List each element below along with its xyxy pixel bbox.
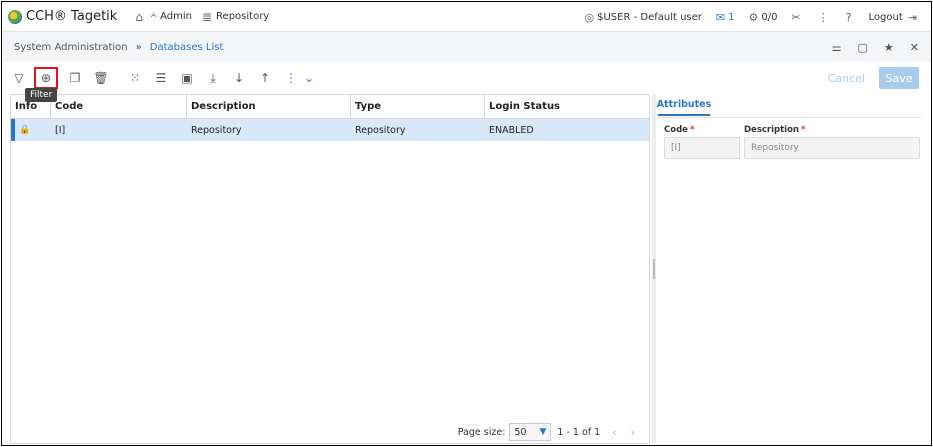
- save-button[interactable]: Save: [879, 67, 919, 89]
- star-icon[interactable]: ★: [884, 41, 894, 54]
- user-menu[interactable]: ◎ $USER - Default user: [585, 11, 702, 24]
- app-title: CCH® Tagetik: [26, 9, 118, 24]
- home-icon[interactable]: ⌂: [135, 10, 143, 24]
- cancel-button[interactable]: Cancel: [821, 68, 871, 89]
- description-field[interactable]: Repository: [744, 137, 920, 159]
- database-icon: ≣: [201, 9, 213, 24]
- required-mark: *: [800, 125, 806, 135]
- description-label-text: Description: [744, 125, 799, 135]
- logout-button[interactable]: Logout ⇥: [869, 11, 917, 24]
- grid-header: Info Code Description Type Login Status: [11, 95, 649, 119]
- breadcrumb-root[interactable]: System Administration: [14, 42, 128, 53]
- mail-button[interactable]: ✉ 1: [716, 11, 735, 24]
- breadcrumb-separator: »: [135, 41, 142, 53]
- tab-attributes[interactable]: Attributes: [657, 94, 711, 116]
- add-button[interactable]: ⊕: [34, 67, 58, 89]
- tasks-button[interactable]: ⚙ 0/0: [749, 11, 778, 24]
- logo-icon: [8, 9, 22, 24]
- page-size-select[interactable]: 50 ▼: [509, 423, 552, 441]
- filter-tooltip: Filter: [25, 88, 58, 102]
- page-range: 1 - 1 of 1: [557, 426, 601, 438]
- settings-sliders-icon[interactable]: ⚌: [832, 41, 842, 54]
- lock-icon: 🔒: [19, 125, 31, 135]
- top-right-tools: ◎ $USER - Default user ✉ 1 ⚙ 0/0 ✂ ⋮ ? L…: [585, 2, 932, 32]
- upload-icon[interactable]: ↑: [256, 69, 274, 87]
- grid-view-icon[interactable]: ⁙: [126, 69, 144, 87]
- code-field[interactable]: [I]: [664, 137, 740, 159]
- row-login-status: ENABLED: [489, 124, 534, 136]
- description-label: Description *: [744, 125, 805, 135]
- logout-icon: ⇥: [907, 10, 917, 24]
- more-vertical-icon[interactable]: ⋮: [282, 69, 300, 87]
- prev-page-icon[interactable]: ‹: [612, 426, 616, 439]
- row-description: Repository: [191, 124, 242, 136]
- note-icon[interactable]: ▢: [858, 41, 868, 54]
- admin-icon: ᴬ: [150, 9, 157, 24]
- code-label-text: Code: [664, 125, 688, 135]
- nav-admin[interactable]: Admin: [160, 11, 192, 22]
- row-type: Repository: [355, 124, 406, 136]
- attributes-panel: Attributes Code * [I] Description * Reposi…: [657, 94, 928, 444]
- table-row[interactable]: 🔒 [I] Repository Repository ENABLED: [11, 119, 649, 141]
- close-icon[interactable]: ✕: [910, 41, 919, 54]
- app-window: CCH® Tagetik ⌂ ᴬ Admin ≣ Repository ◎ $U…: [1, 1, 932, 446]
- breadcrumb-current: Databases List: [149, 41, 224, 53]
- delete-icon[interactable]: 🗑: [92, 69, 110, 87]
- tasks-icon: ⚙: [748, 10, 759, 24]
- nav-repository[interactable]: Repository: [216, 11, 269, 22]
- page-size-value: 50: [514, 426, 527, 438]
- grid-toolbar: ▽ ⊕ ❐ 🗑 ⁙ ☰ ▣ ⤓ ↓ ↑ ⋮ ⌄: [2, 64, 931, 92]
- chevron-down-icon[interactable]: ⌄: [300, 69, 318, 87]
- tasks-count: 0/0: [761, 11, 778, 23]
- list-view-icon[interactable]: ☰: [152, 69, 170, 87]
- header-login-status[interactable]: Login Status: [485, 95, 649, 118]
- copy-icon[interactable]: ❐: [66, 69, 84, 87]
- app-logo[interactable]: CCH® Tagetik: [8, 9, 117, 24]
- chevron-down-icon: ▼: [539, 427, 547, 437]
- mail-count: 1: [728, 11, 735, 23]
- row-code: [I]: [55, 124, 66, 136]
- page-actions: ⚌ ▢ ★ ✕: [816, 32, 919, 62]
- databases-grid: Info Code Description Type Login Status …: [10, 94, 650, 444]
- tools-button[interactable]: ✂: [791, 11, 803, 24]
- logout-label: Logout: [868, 11, 903, 23]
- download-icon[interactable]: ↓: [230, 69, 248, 87]
- help-button[interactable]: ?: [846, 11, 855, 24]
- top-bar: CCH® Tagetik ⌂ ᴬ Admin ≣ Repository ◎ $U…: [2, 2, 931, 32]
- panel-splitter[interactable]: [652, 94, 656, 444]
- user-label: $USER - Default user: [597, 11, 702, 23]
- page-size-label: Page size:: [457, 426, 506, 438]
- row-info: 🔒: [15, 119, 51, 141]
- download-all-icon[interactable]: ⤓: [204, 69, 222, 87]
- filter-icon[interactable]: ▽: [10, 69, 28, 87]
- code-label: Code *: [664, 125, 694, 135]
- more-vertical-icon: ⋮: [817, 10, 829, 24]
- tools-icon: ✂: [791, 10, 801, 24]
- header-description[interactable]: Description: [187, 95, 351, 118]
- header-type[interactable]: Type: [351, 95, 485, 118]
- form-view-icon[interactable]: ▣: [178, 69, 196, 87]
- next-page-icon[interactable]: ›: [631, 426, 635, 439]
- breadcrumb: System Administration » Databases List ⚌…: [2, 32, 931, 62]
- user-icon: ◎: [584, 10, 595, 24]
- required-mark: *: [689, 125, 695, 135]
- help-icon: ?: [845, 10, 852, 24]
- more-button[interactable]: ⋮: [818, 11, 832, 24]
- top-nav: ⌂ ᴬ Admin ≣ Repository: [131, 10, 275, 24]
- tab-divider: [658, 117, 922, 118]
- mail-icon: ✉: [715, 10, 726, 24]
- header-code[interactable]: Code: [51, 95, 187, 118]
- pager: Page size: 50 ▼ 1 - 1 of 1 ‹ ›: [458, 421, 649, 443]
